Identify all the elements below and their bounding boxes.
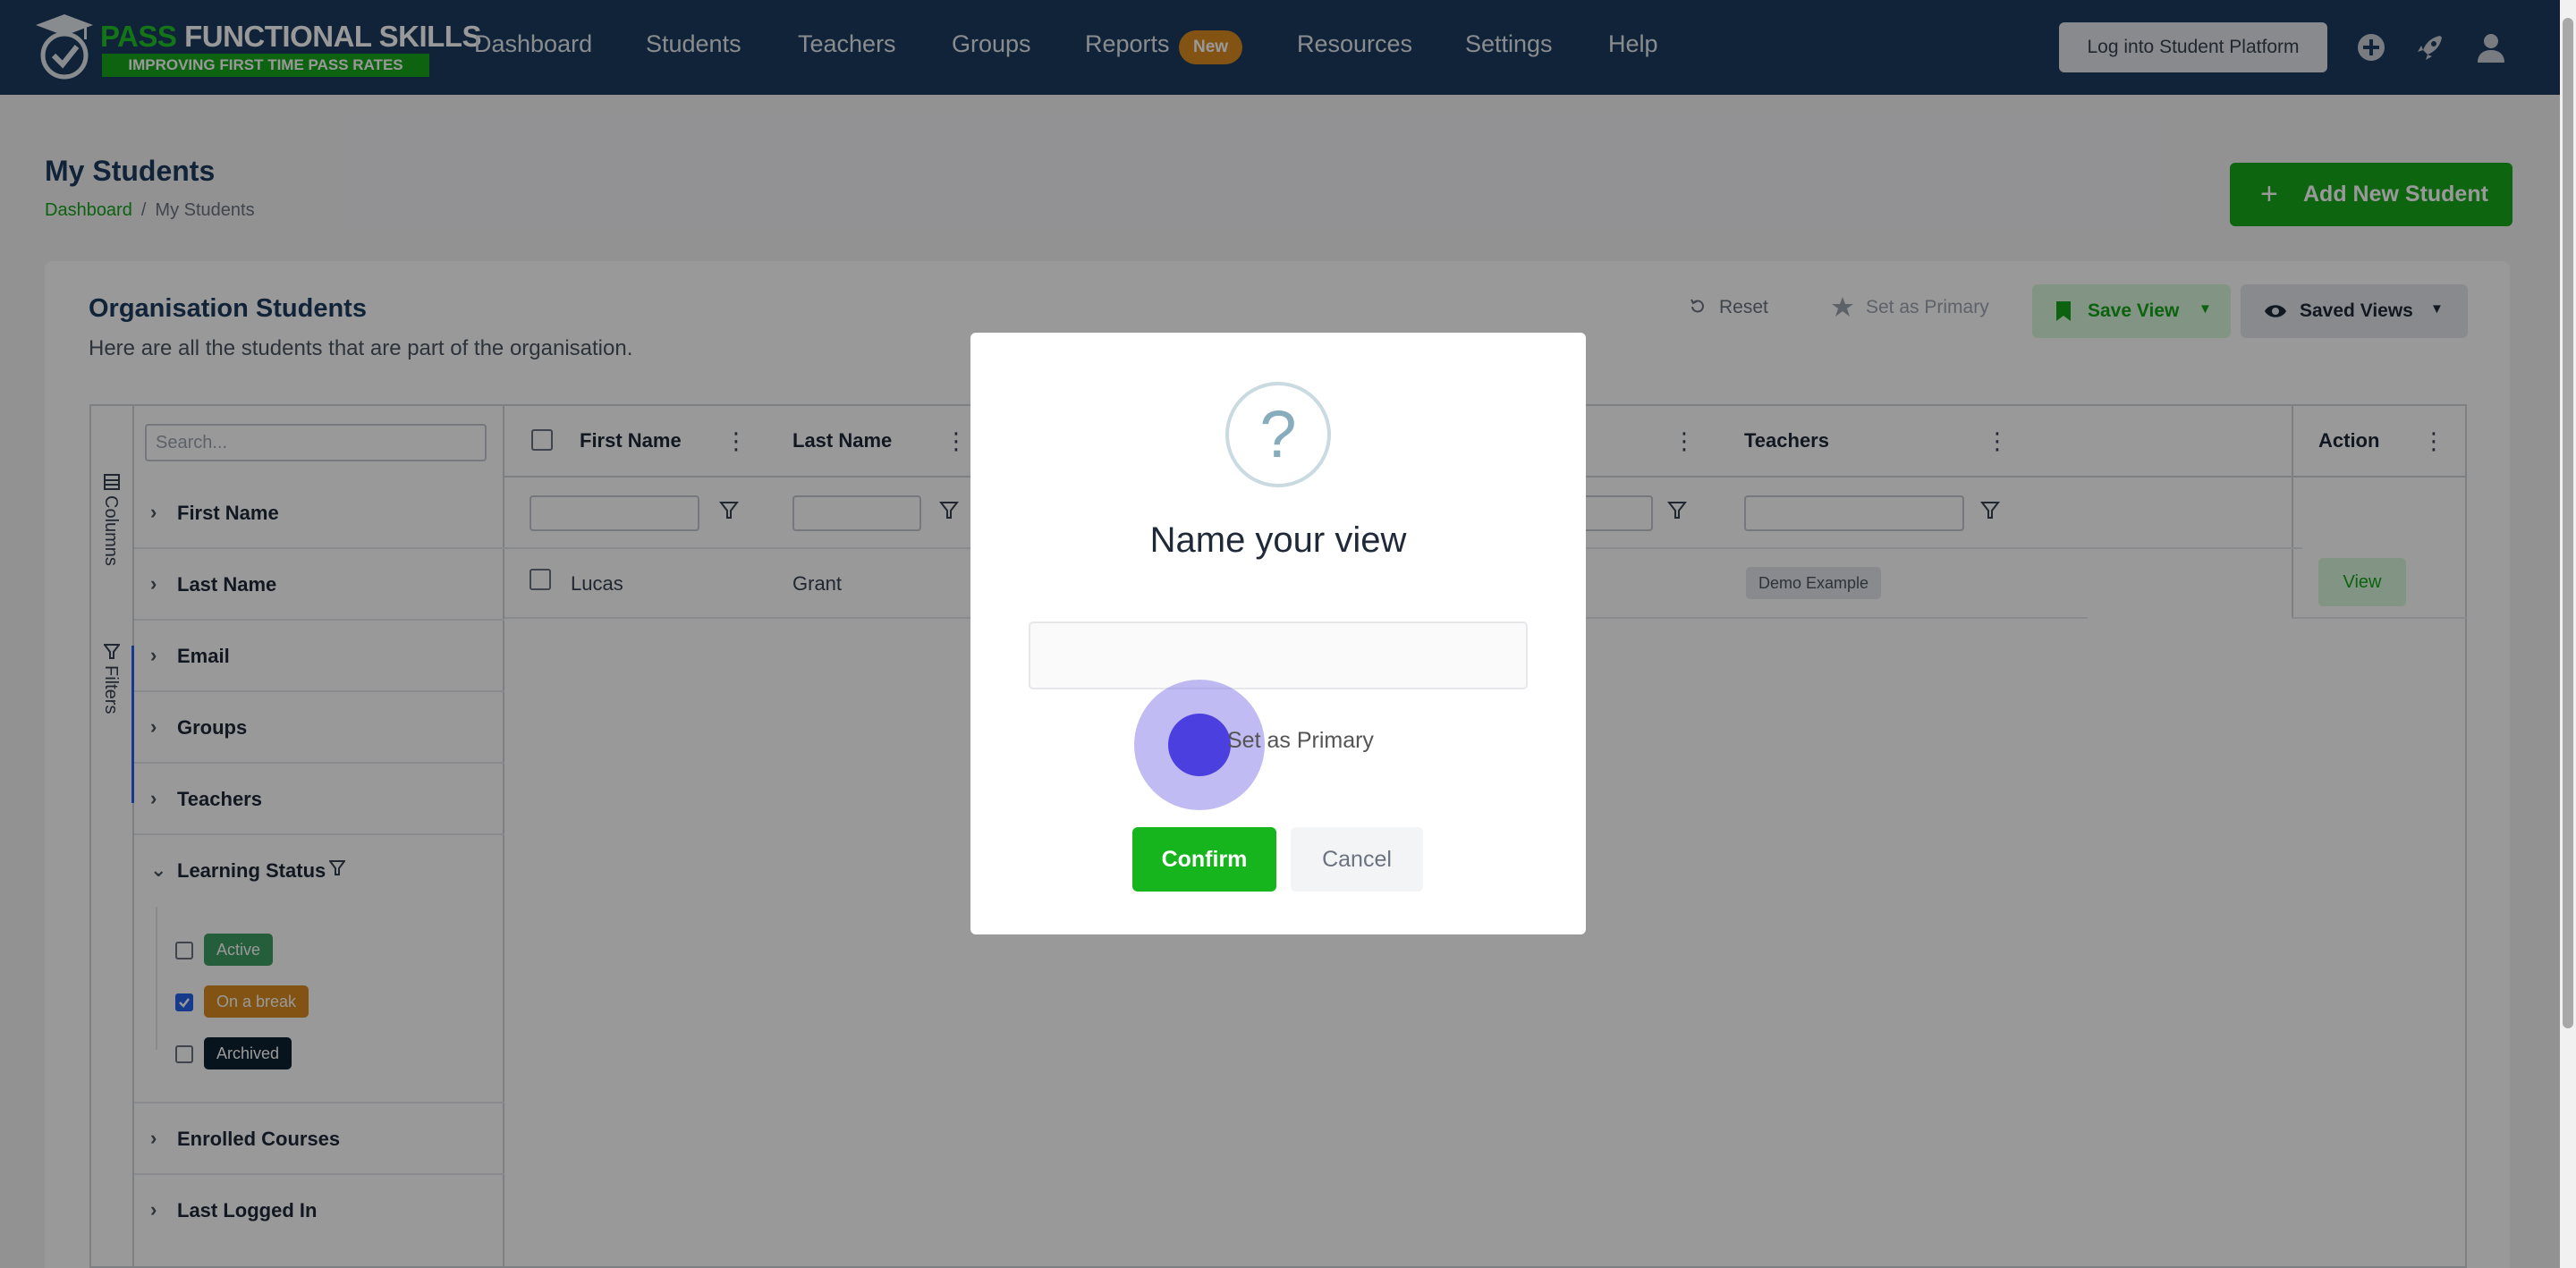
dialog-title: Name your view <box>1149 520 1407 560</box>
name-view-dialog: ? Name your view Set as Primary Confirm … <box>970 333 1586 934</box>
confirm-button[interactable]: Confirm <box>1132 827 1276 892</box>
page-scrollbar[interactable] <box>2560 0 2576 1268</box>
set-primary-checkbox[interactable] <box>1168 714 1231 776</box>
view-name-input[interactable] <box>1029 621 1528 689</box>
scrollbar-thumb[interactable] <box>2563 18 2573 1028</box>
set-primary-label[interactable]: Set as Primary <box>1227 728 1374 754</box>
question-icon: ? <box>1225 382 1331 487</box>
cancel-button[interactable]: Cancel <box>1291 827 1423 892</box>
